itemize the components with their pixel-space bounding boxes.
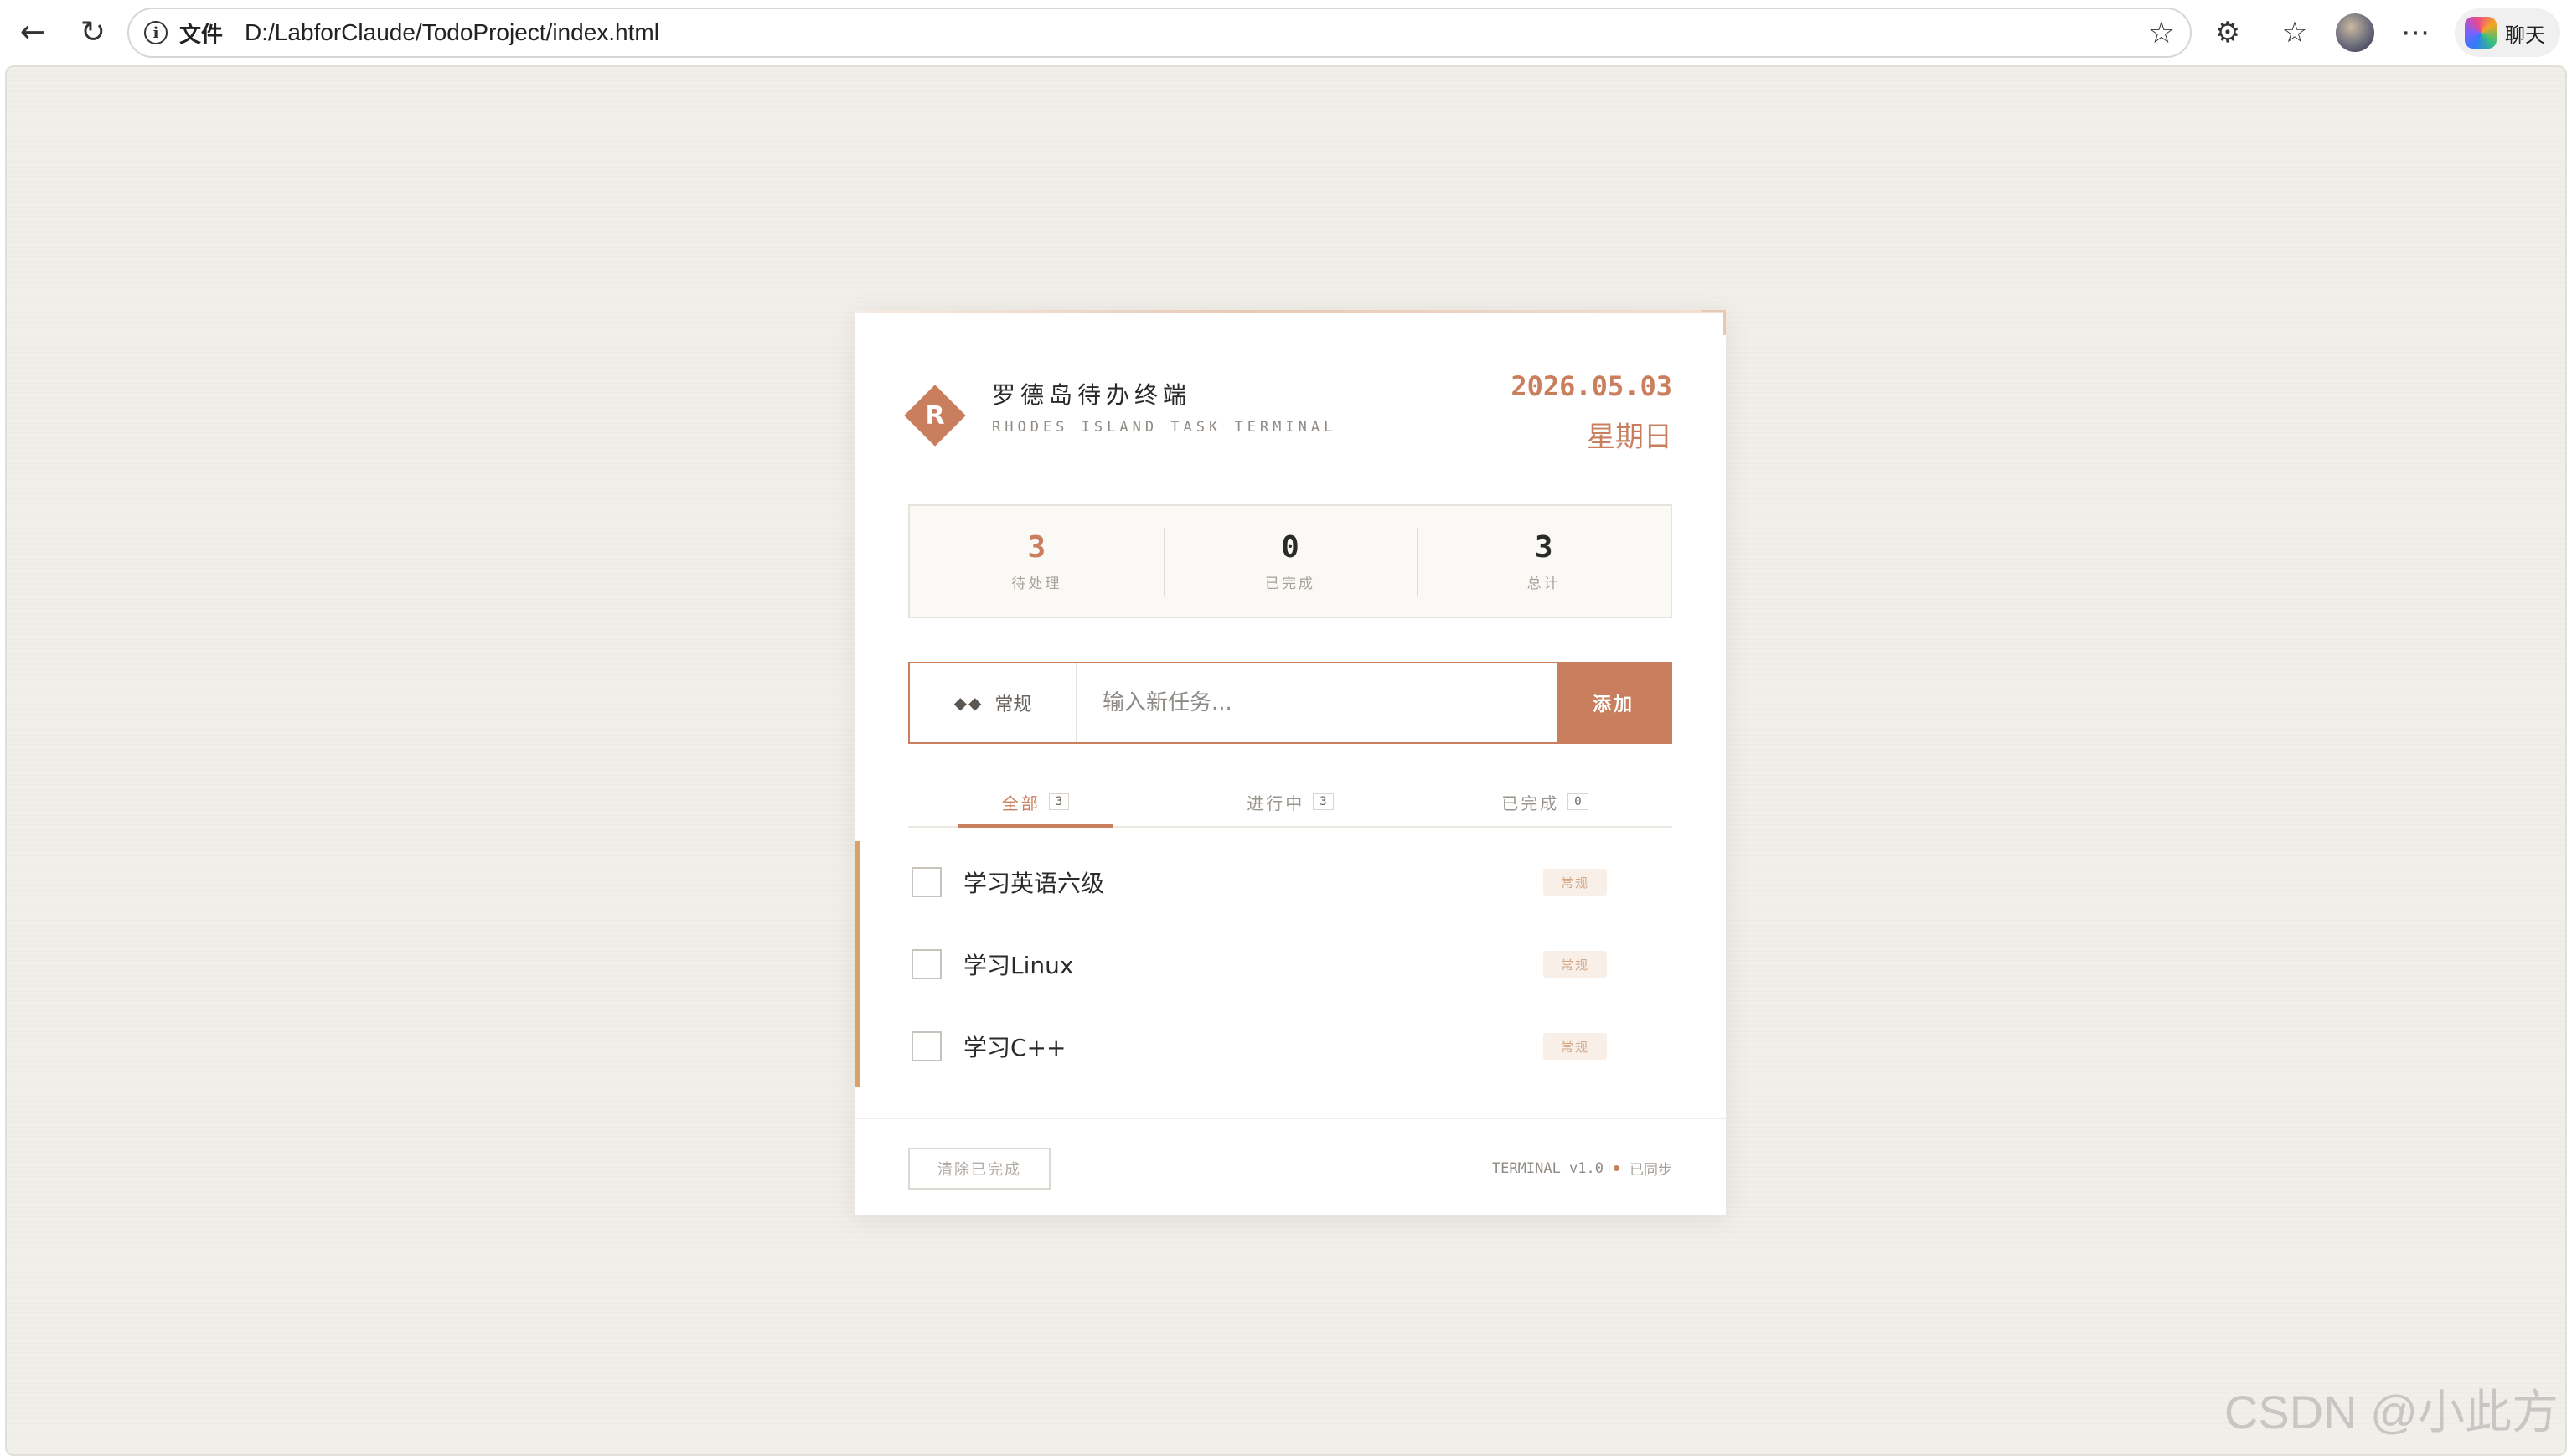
tab-completed-label: 已完成	[1501, 793, 1560, 813]
tab-completed-count: 0	[1567, 793, 1588, 810]
tab-active-count: 3	[1313, 793, 1334, 810]
task-text[interactable]: 学习英语六级	[963, 865, 1104, 899]
task-priority-badge: 常规	[1543, 1033, 1607, 1060]
watermark: CSDN @小此方	[2223, 1386, 2559, 1438]
browser-toolbar: ← ↻ i 文件 D:/LabforClaude/TodoProject/ind…	[0, 0, 2572, 65]
tab-all-label: 全部	[1001, 793, 1041, 813]
task-priority-badge: 常规	[1543, 869, 1607, 896]
task-text[interactable]: 学习C++	[963, 1030, 1066, 1063]
task-item: 学习Linux 常规	[855, 923, 1726, 1005]
stat-total-value: 3	[1534, 530, 1553, 565]
priority-diamond-icon: ◆◆	[953, 693, 984, 713]
task-priority-badge: 常规	[1543, 951, 1607, 978]
back-icon[interactable]: ←	[12, 12, 54, 54]
app-title: 罗德岛待办终端	[992, 381, 1192, 409]
current-date: 2026.05.03	[1511, 370, 1672, 402]
avatar[interactable]	[2336, 13, 2374, 52]
task-item: 学习C++ 常规	[855, 1005, 1726, 1087]
task-checkbox[interactable]	[912, 867, 942, 897]
priority-selector[interactable]: ◆◆ 常规	[910, 663, 1077, 742]
task-list: 学习英语六级 常规 学习Linux 常规 学习C++ 常规	[855, 841, 1726, 1087]
sync-status: 已同步	[1629, 1162, 1672, 1179]
more-icon[interactable]: ⋯	[2394, 12, 2436, 54]
tab-active[interactable]: 进行中 3	[1163, 777, 1418, 826]
chat-button[interactable]: 聊天	[2455, 8, 2560, 57]
stat-total-label: 总计	[1526, 576, 1561, 592]
address-bar[interactable]: i 文件 D:/LabforClaude/TodoProject/index.h…	[127, 8, 2192, 58]
task-checkbox[interactable]	[912, 949, 942, 979]
stat-pending: 3 待处理	[910, 506, 1164, 617]
add-task-button[interactable]: 添加	[1557, 663, 1671, 742]
info-icon[interactable]: i	[144, 21, 168, 44]
card-top-accent	[855, 310, 1726, 313]
star-icon[interactable]: ☆	[2148, 16, 2175, 50]
stat-total: 3 总计	[1417, 506, 1671, 617]
page-viewport: R 罗德岛待办终端 RHODES ISLAND TASK TERMINAL 20…	[5, 65, 2567, 1456]
sync-dot-icon	[1614, 1165, 1619, 1171]
logo-letter: R	[925, 400, 945, 431]
stat-done: 0 已完成	[1163, 506, 1418, 617]
tab-active-label: 进行中	[1247, 793, 1305, 813]
card-footer: 清除已完成 TERMINAL v1.0 已同步	[855, 1118, 1726, 1215]
stats-panel: 3 待处理 0 已完成 3 总计	[908, 504, 1672, 618]
reload-icon[interactable]: ↻	[72, 12, 114, 54]
stat-done-value: 0	[1281, 530, 1299, 565]
chat-label: 聊天	[2505, 23, 2545, 47]
card-corner-decoration	[1702, 310, 1726, 335]
clear-completed-button[interactable]: 清除已完成	[908, 1148, 1051, 1190]
extensions-icon[interactable]: ⚙	[2207, 12, 2249, 54]
stat-pending-value: 3	[1027, 530, 1046, 565]
task-checkbox[interactable]	[912, 1031, 942, 1061]
stat-pending-label: 待处理	[1011, 576, 1062, 592]
todo-card: R 罗德岛待办终端 RHODES ISLAND TASK TERMINAL 20…	[855, 310, 1726, 1215]
app-subtitle: RHODES ISLAND TASK TERMINAL	[992, 419, 1337, 436]
priority-label: 常规	[994, 694, 1032, 715]
footer-status: TERMINAL v1.0 已同步	[1491, 1158, 1672, 1180]
copilot-icon	[2465, 17, 2497, 49]
current-weekday: 星期日	[1587, 421, 1672, 454]
tab-all[interactable]: 全部 3	[908, 777, 1163, 828]
new-task-row: ◆◆ 常规 添加	[908, 662, 1672, 744]
address-file-label: 文件	[179, 22, 224, 48]
tab-all-count: 3	[1048, 793, 1070, 810]
favorites-icon[interactable]: ☆	[2274, 12, 2316, 54]
task-text[interactable]: 学习Linux	[963, 947, 1073, 981]
new-task-input[interactable]	[1077, 663, 1557, 742]
task-item: 学习英语六级 常规	[855, 841, 1726, 923]
address-url[interactable]: D:/LabforClaude/TodoProject/index.html	[245, 19, 659, 46]
filter-tabs: 全部 3 进行中 3 已完成 0	[908, 777, 1672, 828]
tab-completed[interactable]: 已完成 0	[1418, 777, 1672, 826]
version-label: TERMINAL v1.0	[1491, 1159, 1604, 1177]
stat-done-label: 已完成	[1265, 576, 1315, 592]
